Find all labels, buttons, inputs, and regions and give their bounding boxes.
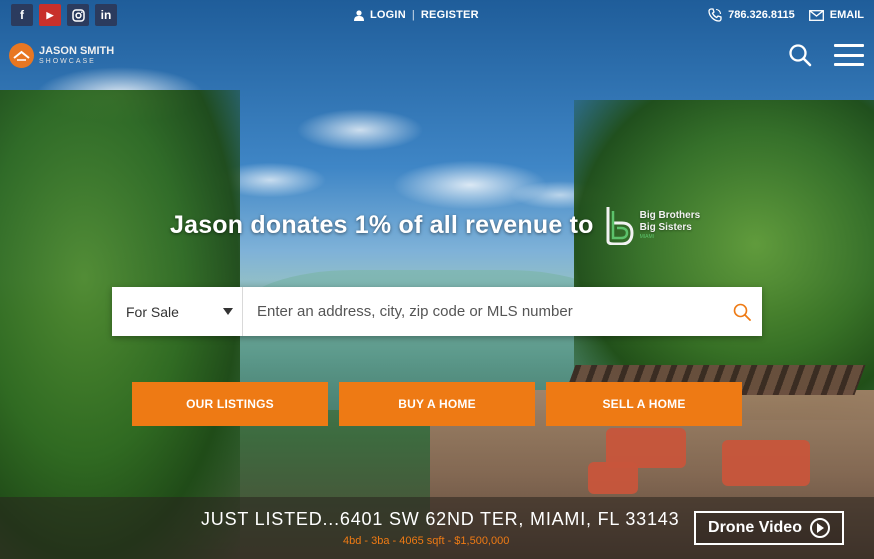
sell-a-home-button[interactable]: SELL A HOME <box>546 382 742 426</box>
caret-down-icon <box>223 308 233 315</box>
logo-line-2: SHOWCASE <box>39 57 96 65</box>
logo-text: JASON SMITH SHOWCASE <box>39 44 115 66</box>
linkedin-icon[interactable]: in <box>95 4 117 26</box>
register-link[interactable]: REGISTER <box>421 9 479 21</box>
phone-number: 786.326.8115 <box>728 9 795 21</box>
property-search-input[interactable] <box>243 287 722 336</box>
youtube-icon[interactable]: ▶ <box>39 4 61 26</box>
email-link[interactable]: EMAIL <box>808 9 864 21</box>
phone-icon <box>708 8 722 22</box>
charity-name-line-2: Big Sisters <box>639 222 692 233</box>
auth-links: LOGIN | REGISTER <box>354 9 479 21</box>
social-links: f ▶ in <box>11 4 117 26</box>
drone-video-label: Drone Video <box>708 519 802 536</box>
listing-type-value: For Sale <box>126 303 179 320</box>
listing-type-select[interactable]: For Sale <box>112 287 243 336</box>
login-link[interactable]: LOGIN <box>370 9 406 21</box>
auth-separator: | <box>411 9 415 21</box>
action-buttons: OUR LISTINGS BUY A HOME SELL A HOME <box>132 382 742 426</box>
buy-a-home-button[interactable]: BUY A HOME <box>339 382 535 426</box>
hamburger-menu-icon[interactable] <box>834 44 864 66</box>
search-icon[interactable] <box>788 43 812 67</box>
play-circle-icon <box>809 518 830 538</box>
hero-chair <box>588 462 638 494</box>
charity-headline: Jason donates 1% of all revenue to Big B… <box>170 205 700 245</box>
charity-location: MIAMI <box>639 234 655 240</box>
charity-logo: Big Brothers Big Sisters MIAMI <box>604 205 701 245</box>
logo-line-1: JASON SMITH <box>39 44 115 57</box>
our-listings-button[interactable]: OUR LISTINGS <box>132 382 328 426</box>
magnifier-icon <box>733 303 751 321</box>
user-icon <box>354 9 364 21</box>
envelope-icon <box>808 9 824 21</box>
drone-video-button[interactable]: Drone Video <box>694 511 844 545</box>
contact-links: 786.326.8115 EMAIL <box>708 8 864 22</box>
property-search-bar: For Sale <box>112 287 762 336</box>
email-label: EMAIL <box>829 9 864 21</box>
facebook-icon[interactable]: f <box>11 4 33 26</box>
search-submit-button[interactable] <box>722 287 762 336</box>
featured-listing-title: JUST LISTED...6401 SW 62ND TER, MIAMI, F… <box>201 509 680 529</box>
logo-mark-icon <box>9 43 34 68</box>
charity-name-line-1: Big Brothers <box>639 210 701 221</box>
big-brothers-big-sisters-logo-icon <box>606 207 634 245</box>
top-bar: f ▶ in LOGIN | REGISTER 786.326.8115 EMA… <box>0 0 874 30</box>
phone-link[interactable]: 786.326.8115 <box>708 8 795 22</box>
instagram-icon[interactable] <box>67 4 89 26</box>
featured-listing-details: 4bd - 3ba - 4065 sqft - $1,500,000 <box>343 535 510 547</box>
site-logo[interactable]: JASON SMITH SHOWCASE <box>9 43 114 68</box>
hero-chair <box>722 440 810 486</box>
headline-text: Jason donates 1% of all revenue to <box>170 210 594 239</box>
